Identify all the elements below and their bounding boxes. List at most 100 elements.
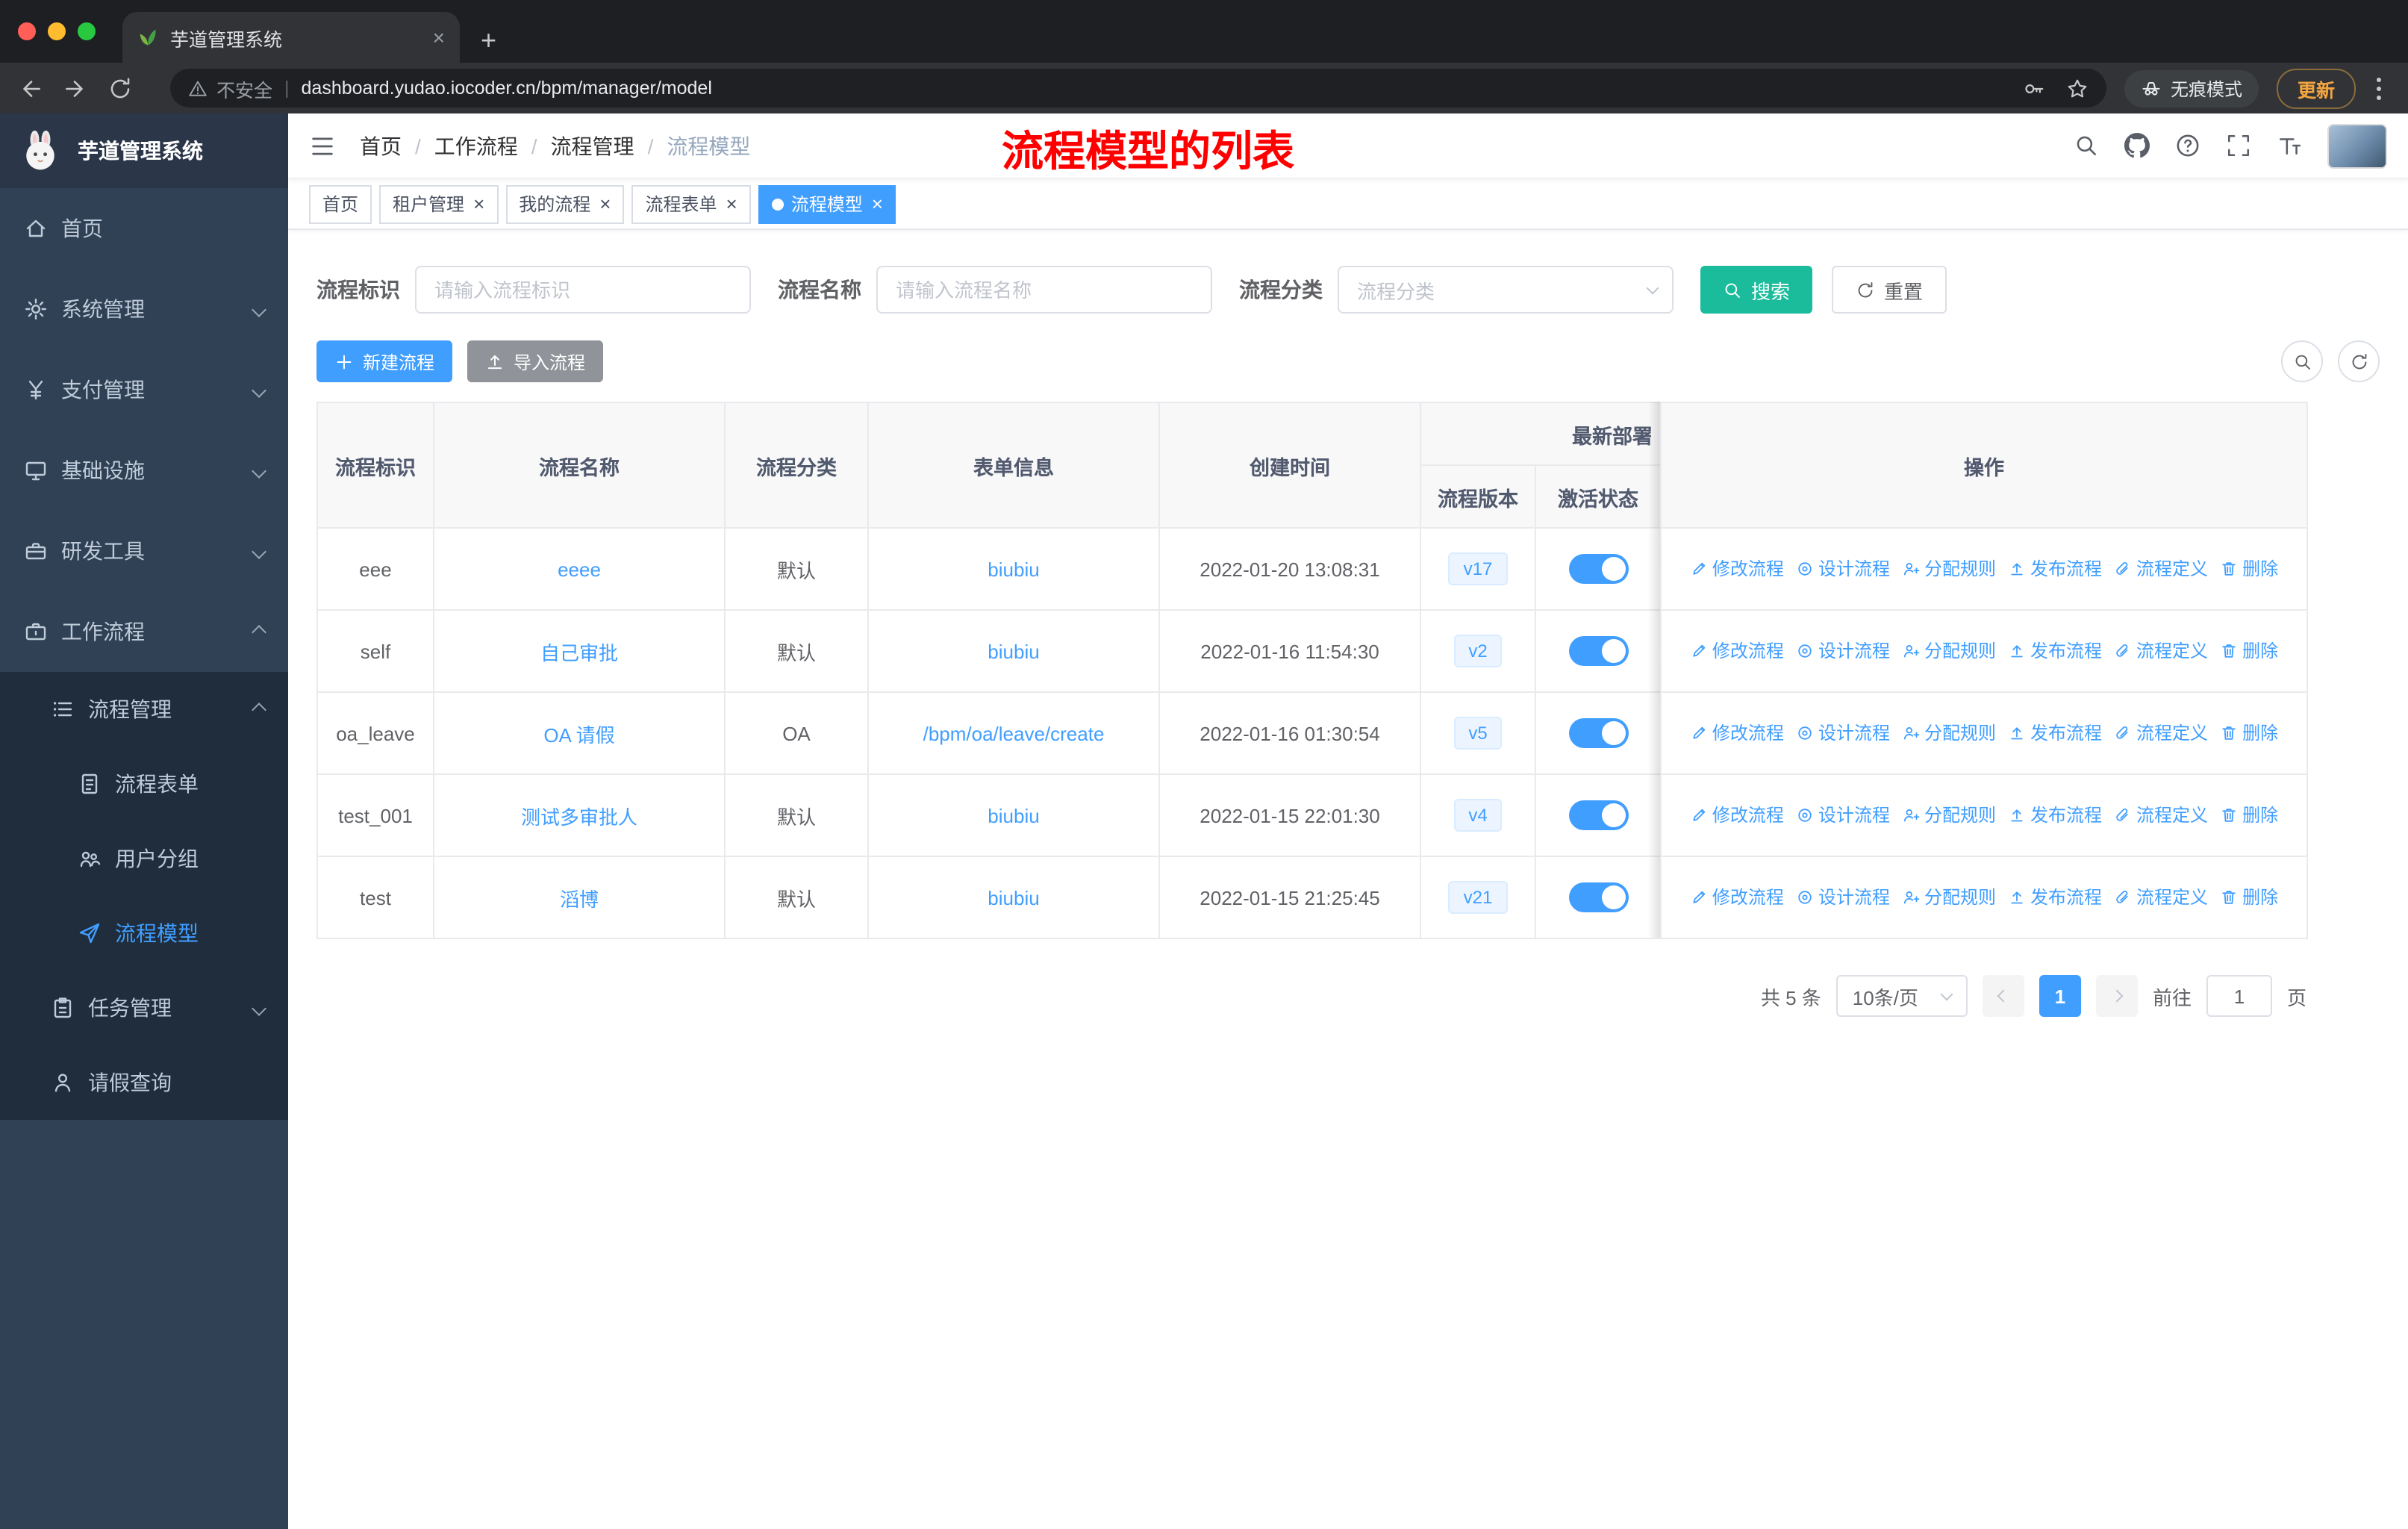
update-button[interactable]: 更新 [2276, 68, 2356, 108]
action-assign-link[interactable]: 分配规则 [1902, 638, 1996, 664]
tag-tenant[interactable]: 租户管理 × [379, 184, 499, 223]
create-process-button[interactable]: 新建流程 [316, 340, 453, 382]
back-icon[interactable] [18, 75, 43, 101]
action-design-link[interactable]: 设计流程 [1796, 556, 1890, 582]
process-name-link[interactable]: 自己审批 [540, 641, 618, 664]
tag-process-form[interactable]: 流程表单 × [631, 184, 751, 223]
category-select[interactable]: 流程分类 [1338, 266, 1674, 314]
action-edit-link[interactable]: 修改流程 [1690, 556, 1784, 582]
fullscreen-icon[interactable] [2226, 133, 2251, 158]
sidebar-item-infra[interactable]: 基础设施 [0, 430, 288, 511]
form-link[interactable]: /bpm/oa/leave/create [923, 722, 1105, 744]
reload-icon[interactable] [107, 75, 133, 101]
action-definition-link[interactable]: 流程定义 [2114, 638, 2208, 664]
sidebar-item-process-manage[interactable]: 流程管理 [0, 672, 288, 747]
version-badge[interactable]: v2 [1453, 634, 1503, 668]
active-toggle[interactable] [1568, 882, 1628, 912]
active-toggle[interactable] [1568, 800, 1628, 830]
search-icon[interactable] [2074, 133, 2099, 158]
tab-close-icon[interactable]: × [433, 25, 445, 49]
page-number-button[interactable]: 1 [2039, 975, 2081, 1017]
github-icon[interactable] [2124, 133, 2150, 158]
import-process-button[interactable]: 导入流程 [467, 340, 604, 382]
sidebar-item-tools[interactable]: 研发工具 [0, 511, 288, 591]
version-badge[interactable]: v5 [1453, 716, 1503, 750]
version-badge[interactable]: v21 [1448, 880, 1508, 915]
action-edit-link[interactable]: 修改流程 [1690, 885, 1784, 910]
action-definition-link[interactable]: 流程定义 [2114, 556, 2208, 582]
browser-tab[interactable]: 芋道管理系统 × [122, 12, 460, 63]
active-toggle[interactable] [1568, 636, 1628, 666]
sidebar-item-home[interactable]: 首页 [0, 188, 288, 269]
bookmark-star-icon[interactable] [2066, 77, 2089, 99]
close-tag-icon[interactable]: × [473, 194, 484, 214]
process-name-link[interactable]: 测试多审批人 [521, 806, 637, 828]
close-tag-icon[interactable]: × [726, 194, 737, 214]
version-badge[interactable]: v17 [1448, 552, 1508, 586]
action-delete-link[interactable]: 删除 [2220, 638, 2278, 664]
action-publish-link[interactable]: 发布流程 [2008, 885, 2102, 910]
action-publish-link[interactable]: 发布流程 [2008, 638, 2102, 664]
action-delete-link[interactable]: 删除 [2220, 556, 2278, 582]
sidebar-item-process-form[interactable]: 流程表单 [0, 747, 288, 821]
browser-menu-icon[interactable] [2377, 86, 2381, 90]
close-tag-icon[interactable]: × [872, 194, 883, 214]
action-design-link[interactable]: 设计流程 [1796, 638, 1890, 664]
action-definition-link[interactable]: 流程定义 [2114, 885, 2208, 910]
forward-icon[interactable] [63, 75, 88, 101]
action-design-link[interactable]: 设计流程 [1796, 720, 1890, 746]
goto-page-input[interactable] [2206, 975, 2272, 1017]
toggle-search-button[interactable] [2281, 340, 2323, 382]
reset-button[interactable]: 重置 [1832, 266, 1947, 314]
refresh-table-button[interactable] [2338, 340, 2380, 382]
password-key-icon[interactable] [2023, 77, 2045, 99]
action-edit-link[interactable]: 修改流程 [1690, 720, 1784, 746]
form-link[interactable]: biubiu [988, 804, 1039, 826]
prev-page-button[interactable] [1982, 975, 2024, 1017]
user-avatar[interactable] [2327, 123, 2387, 168]
action-delete-link[interactable]: 删除 [2220, 885, 2278, 910]
sidebar-item-payment[interactable]: 支付管理 [0, 349, 288, 430]
new-tab-button[interactable]: + [481, 27, 496, 54]
process-name-link[interactable]: eeee [558, 558, 601, 580]
minimize-window-button[interactable] [48, 22, 66, 40]
action-assign-link[interactable]: 分配规则 [1902, 885, 1996, 910]
tag-my-process[interactable]: 我的流程 × [505, 184, 625, 223]
process-name-input[interactable] [876, 266, 1212, 314]
active-toggle[interactable] [1568, 554, 1628, 584]
process-id-input[interactable] [415, 266, 751, 314]
address-bar[interactable]: 不安全 | dashboard.yudao.iocoder.cn/bpm/man… [170, 69, 2106, 108]
form-link[interactable]: biubiu [988, 640, 1039, 662]
tag-process-model[interactable]: 流程模型 × [758, 184, 896, 223]
active-toggle[interactable] [1568, 718, 1628, 748]
breadcrumb-item[interactable]: 流程管理 [551, 131, 634, 161]
sidebar-item-user-group[interactable]: 用户分组 [0, 821, 288, 896]
breadcrumb-item[interactable]: 工作流程 [434, 131, 518, 161]
form-link[interactable]: biubiu [988, 558, 1039, 580]
page-size-select[interactable]: 10条/页 [1835, 975, 1968, 1017]
action-design-link[interactable]: 设计流程 [1796, 885, 1890, 910]
action-definition-link[interactable]: 流程定义 [2114, 803, 2208, 828]
action-definition-link[interactable]: 流程定义 [2114, 720, 2208, 746]
action-assign-link[interactable]: 分配规则 [1902, 803, 1996, 828]
sidebar-item-system[interactable]: 系统管理 [0, 269, 288, 349]
sidebar-item-leave-query[interactable]: 请假查询 [0, 1045, 288, 1120]
close-tag-icon[interactable]: × [599, 194, 611, 214]
action-publish-link[interactable]: 发布流程 [2008, 556, 2102, 582]
collapse-sidebar-icon[interactable] [309, 132, 336, 159]
action-edit-link[interactable]: 修改流程 [1690, 638, 1784, 664]
search-button[interactable]: 搜索 [1700, 266, 1813, 314]
tag-home[interactable]: 首页 [309, 184, 372, 223]
action-publish-link[interactable]: 发布流程 [2008, 803, 2102, 828]
maximize-window-button[interactable] [78, 22, 96, 40]
version-badge[interactable]: v4 [1453, 798, 1503, 832]
form-link[interactable]: biubiu [988, 886, 1039, 909]
sidebar-item-task-manage[interactable]: 任务管理 [0, 971, 288, 1045]
process-name-link[interactable]: OA 请假 [543, 723, 614, 746]
action-assign-link[interactable]: 分配规则 [1902, 556, 1996, 582]
action-delete-link[interactable]: 删除 [2220, 803, 2278, 828]
action-assign-link[interactable]: 分配规则 [1902, 720, 1996, 746]
action-design-link[interactable]: 设计流程 [1796, 803, 1890, 828]
action-delete-link[interactable]: 删除 [2220, 720, 2278, 746]
breadcrumb-item[interactable]: 首页 [360, 131, 402, 161]
